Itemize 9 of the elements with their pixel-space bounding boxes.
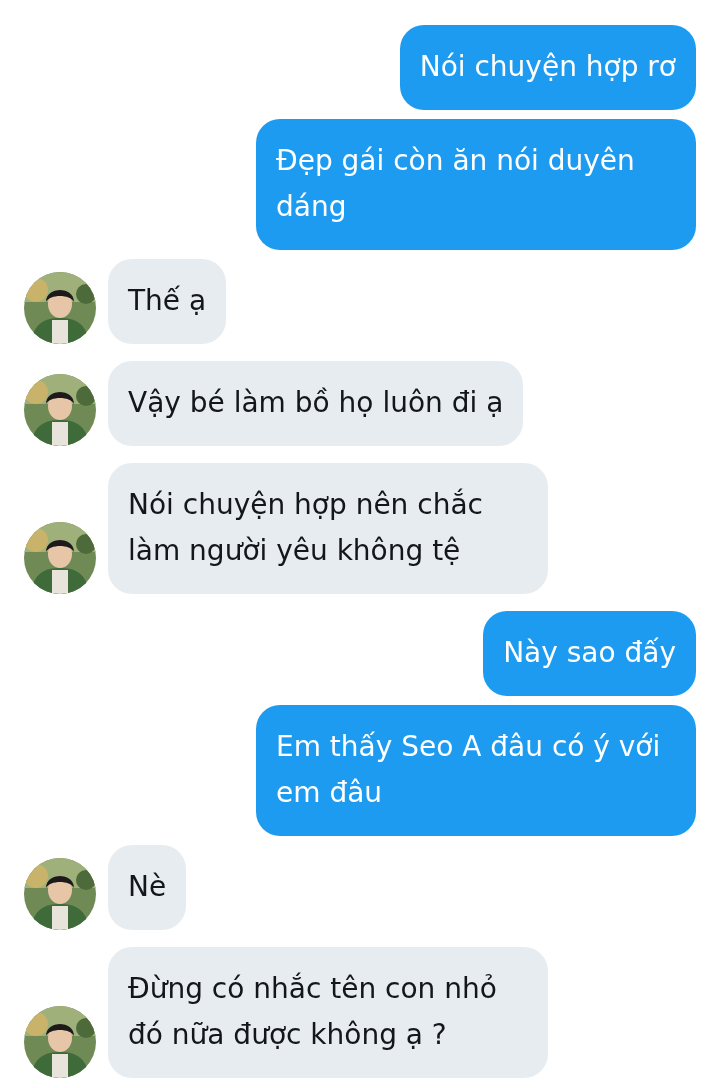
message-bubble: Vậy bé làm bồ họ luôn đi ạ: [108, 361, 524, 446]
message-bubble: Nói chuyện hợp nên chắc làm người yêu không tệ: [108, 463, 548, 594]
message-bubble: Em thấy Seo A đâu có ý với em đâu: [256, 705, 696, 836]
message-bubble: Đừng có nhắc tên con nhỏ đó nữa được không ạ ?: [108, 947, 548, 1078]
message-bubble: Đẹp gái còn ăn nói duyên dáng: [256, 119, 696, 250]
message-bubble: Nè: [108, 845, 187, 930]
message-bubble: Thế ạ: [108, 259, 227, 344]
message-bubble: Nói chuyện hợp rơ: [399, 25, 696, 110]
message-bubble: Này sao đấy: [483, 611, 696, 696]
